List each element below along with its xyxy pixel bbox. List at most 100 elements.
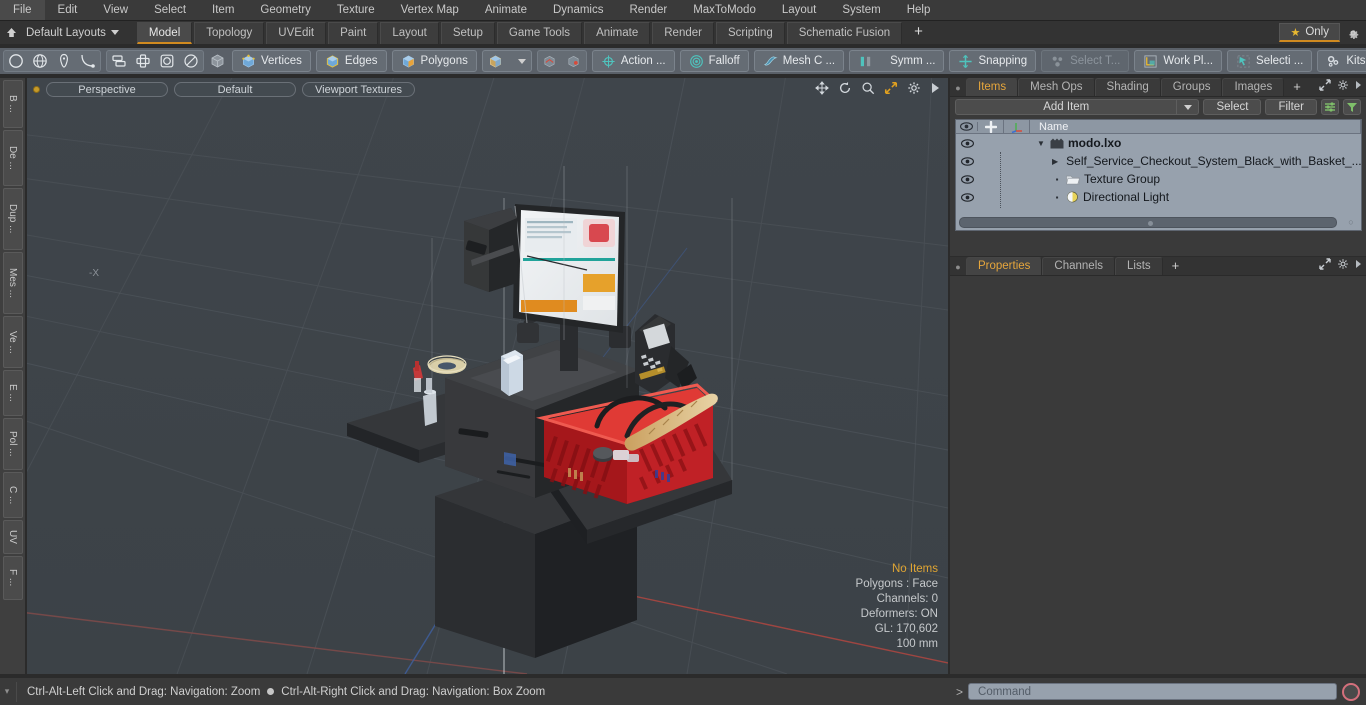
tab-channels[interactable]: Channels xyxy=(1042,257,1116,275)
curve-icon[interactable] xyxy=(76,51,100,72)
fit-icon[interactable] xyxy=(884,81,898,95)
chevron-right-icon[interactable] xyxy=(1355,259,1362,272)
tab-groups[interactable]: Groups xyxy=(1160,78,1223,96)
add-tab-button[interactable]: + xyxy=(904,22,933,44)
tab-shading[interactable]: Shading xyxy=(1094,78,1161,96)
rounded-square-icon[interactable] xyxy=(155,51,179,72)
menu-item-select[interactable]: Select xyxy=(141,0,199,20)
tab-properties[interactable]: Properties xyxy=(966,257,1043,275)
tree-item-directional-light[interactable]: ▪ Directional Light xyxy=(1030,190,1361,204)
menu-item-vertex-map[interactable]: Vertex Map xyxy=(388,0,472,20)
default-layouts-dropdown[interactable]: Default Layouts xyxy=(22,27,129,39)
add-panel-tab-button[interactable]: + xyxy=(1284,78,1310,96)
tab-images[interactable]: Images xyxy=(1222,78,1285,96)
add-item-button[interactable]: Add Item xyxy=(955,99,1200,115)
selection-set-button[interactable]: Selecti ... xyxy=(1227,50,1313,72)
row-visibility-eye-icon[interactable] xyxy=(956,192,978,202)
menu-item-geometry[interactable]: Geometry xyxy=(247,0,324,20)
left-tab-fusion[interactable]: F ... xyxy=(2,556,23,600)
tab-items[interactable]: Items xyxy=(966,78,1019,96)
menu-item-view[interactable]: View xyxy=(90,0,141,20)
play-arrow-icon[interactable] xyxy=(930,82,940,94)
tab-model[interactable]: Model xyxy=(136,22,193,44)
mesh-snap-a-icon[interactable] xyxy=(538,51,562,72)
table-row[interactable]: ▼ modo.lxo xyxy=(956,134,1361,152)
menu-item-system[interactable]: System xyxy=(829,0,893,20)
expand-icon[interactable] xyxy=(1319,258,1331,273)
funnel-icon[interactable] xyxy=(1343,99,1361,115)
home-icon[interactable] xyxy=(0,22,22,43)
table-row[interactable]: ▪ Texture Group xyxy=(956,170,1361,188)
menu-item-layout[interactable]: Layout xyxy=(769,0,830,20)
tab-setup[interactable]: Setup xyxy=(440,22,495,44)
twisty-down-icon[interactable]: ▼ xyxy=(1036,139,1046,148)
3d-viewport[interactable]: -X Perspective Default Viewport Textures… xyxy=(27,78,948,674)
menu-item-dynamics[interactable]: Dynamics xyxy=(540,0,616,20)
only-toggle-button[interactable]: ★ Only xyxy=(1279,23,1340,42)
table-row[interactable]: ▪ Directional Light xyxy=(956,188,1361,206)
menu-item-item[interactable]: Item xyxy=(199,0,247,20)
column-visibility-eye-icon[interactable] xyxy=(956,122,978,131)
action-center-button[interactable]: Action ... xyxy=(591,50,675,72)
tab-topology[interactable]: Topology xyxy=(194,22,265,44)
column-axis-icon[interactable] xyxy=(1004,120,1030,134)
cube-gray-icon[interactable] xyxy=(209,51,226,72)
pen-icon[interactable] xyxy=(52,51,76,72)
status-expand-icon[interactable]: ▾ xyxy=(0,686,14,697)
expand-icon[interactable] xyxy=(1319,79,1331,94)
kits-button[interactable]: Kits xyxy=(1317,50,1366,72)
left-tab-mesh-edit[interactable]: Mes ... xyxy=(2,252,23,314)
menu-item-help[interactable]: Help xyxy=(894,0,944,20)
gear-icon[interactable] xyxy=(1337,79,1349,94)
command-input[interactable]: Command xyxy=(968,683,1337,700)
tab-schematic-fusion[interactable]: Schematic Fusion xyxy=(786,22,903,44)
select-mode-vertices[interactable]: Vertices xyxy=(232,50,311,72)
tab-uvedit[interactable]: UVEdit xyxy=(266,22,327,44)
left-tab-polygon[interactable]: Pol ... xyxy=(2,418,23,470)
viewport-view-dropdown[interactable]: Perspective xyxy=(46,81,168,97)
symmetry-button[interactable]: Symm ... xyxy=(849,50,945,72)
table-row[interactable]: ▶ Self_Service_Checkout_System_Black_wit… xyxy=(956,152,1361,170)
filter-button[interactable]: Filter xyxy=(1265,99,1317,115)
pan-icon[interactable] xyxy=(815,81,829,95)
menu-item-render[interactable]: Render xyxy=(616,0,680,20)
list-config-icon[interactable] xyxy=(1321,99,1339,115)
mesh-snap-b-icon[interactable] xyxy=(562,51,586,72)
circle-icon[interactable] xyxy=(4,51,28,72)
tab-lists[interactable]: Lists xyxy=(1115,257,1163,275)
twisty-right-icon[interactable]: ▶ xyxy=(1052,157,1058,166)
row-visibility-eye-icon[interactable] xyxy=(956,174,978,184)
mesh-constraint-button[interactable]: Mesh C ... xyxy=(753,50,845,72)
column-lock-cross-icon[interactable] xyxy=(978,120,1004,134)
panel-collapse-icon[interactable]: ● xyxy=(950,83,966,96)
left-tab-deform[interactable]: De ... xyxy=(2,130,23,186)
tree-item-scene[interactable]: ▼ modo.lxo xyxy=(1030,136,1361,150)
menu-item-maxtomodo[interactable]: MaxToModo xyxy=(680,0,769,20)
tree-resize-corner[interactable]: ○ xyxy=(1344,217,1358,228)
tab-render[interactable]: Render xyxy=(652,22,714,44)
viewport-gear-icon[interactable] xyxy=(907,81,921,95)
work-plane-button[interactable]: Work Pl... xyxy=(1134,50,1223,72)
gear-icon[interactable] xyxy=(1337,258,1349,273)
select-button[interactable]: Select xyxy=(1203,99,1262,115)
ellipse-icon[interactable] xyxy=(179,51,203,72)
left-tab-vertex[interactable]: Ve ... xyxy=(2,316,23,368)
left-tab-uv[interactable]: UV xyxy=(2,520,23,554)
chevron-down-icon[interactable] xyxy=(1176,100,1198,114)
stack-icon[interactable] xyxy=(107,51,131,72)
row-visibility-eye-icon[interactable] xyxy=(956,138,978,148)
record-icon[interactable] xyxy=(1342,682,1360,701)
add-properties-tab-button[interactable]: + xyxy=(1163,257,1189,275)
left-tab-edge[interactable]: E ... xyxy=(2,370,23,416)
menu-item-animate[interactable]: Animate xyxy=(472,0,540,20)
gear-icon[interactable] xyxy=(1346,26,1360,40)
menu-item-file[interactable]: File xyxy=(0,0,45,20)
snapping-button[interactable]: Snapping xyxy=(949,50,1037,72)
left-tab-curve[interactable]: C ... xyxy=(2,472,23,518)
menu-item-texture[interactable]: Texture xyxy=(324,0,388,20)
globe-icon[interactable] xyxy=(28,51,52,72)
left-tab-basic[interactable]: B ... xyxy=(2,80,23,128)
item-mode-button[interactable] xyxy=(481,50,532,72)
select-mode-polygons[interactable]: Polygons xyxy=(391,50,477,72)
row-visibility-eye-icon[interactable] xyxy=(956,156,978,166)
